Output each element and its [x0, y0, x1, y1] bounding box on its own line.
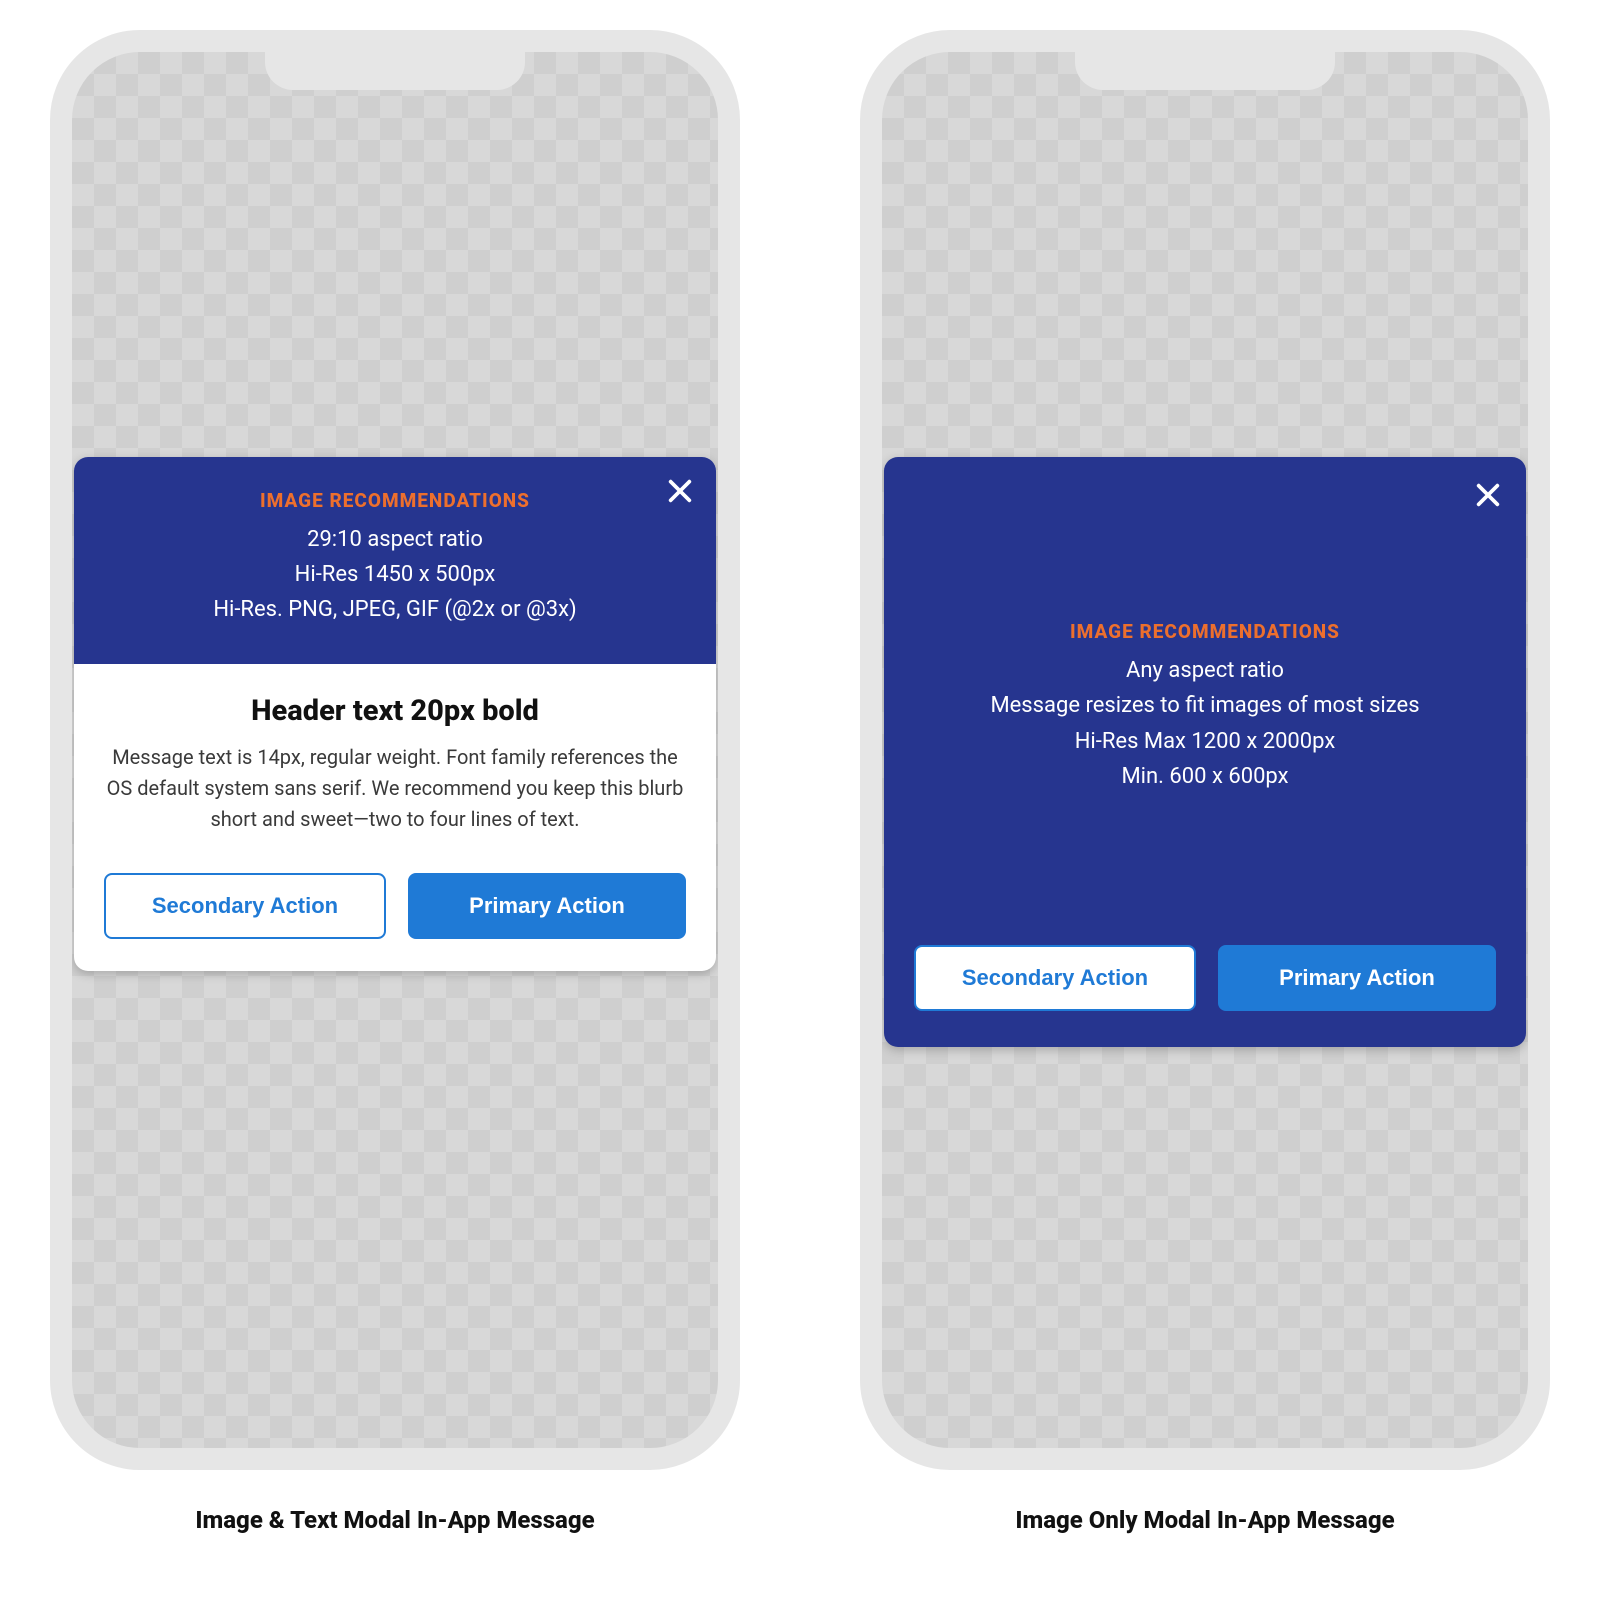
close-icon — [666, 477, 694, 505]
primary-action-button[interactable]: Primary Action — [1218, 945, 1496, 1011]
hero-line: Any aspect ratio — [914, 653, 1496, 688]
hero-title: IMAGE RECOMMENDATIONS — [94, 489, 696, 512]
button-row: Secondary Action Primary Action — [74, 845, 716, 971]
phone-notch — [1075, 50, 1335, 90]
modal-message-text: Message text is 14px, regular weight. Fo… — [100, 742, 690, 835]
modal-hero: IMAGE RECOMMENDATIONS Any aspect ratio M… — [884, 457, 1526, 917]
phone-mock-left: IMAGE RECOMMENDATIONS 29:10 aspect ratio… — [50, 30, 740, 1570]
hero-title: IMAGE RECOMMENDATIONS — [914, 620, 1496, 643]
hero-line: Hi-Res 1450 x 500px — [94, 557, 696, 592]
hero-line: 29:10 aspect ratio — [94, 522, 696, 557]
modal-image-only: IMAGE RECOMMENDATIONS Any aspect ratio M… — [884, 457, 1526, 1047]
button-row: Secondary Action Primary Action — [884, 917, 1526, 1019]
modal-body: Header text 20px bold Message text is 14… — [74, 664, 716, 845]
hero-line: Hi-Res Max 1200 x 2000px — [914, 724, 1496, 759]
hero-line: Min. 600 x 600px — [914, 759, 1496, 794]
hero-line: Message resizes to fit images of most si… — [914, 688, 1496, 723]
modal-hero: IMAGE RECOMMENDATIONS 29:10 aspect ratio… — [74, 457, 716, 664]
phone-caption: Image & Text Modal In-App Message — [195, 1506, 594, 1534]
phone-notch — [265, 50, 525, 90]
hero-line: Hi-Res. PNG, JPEG, GIF (@2x or @3x) — [94, 592, 696, 627]
modal-header-text: Header text 20px bold — [100, 694, 690, 728]
phone-caption: Image Only Modal In-App Message — [1015, 1506, 1394, 1534]
phone-frame: IMAGE RECOMMENDATIONS Any aspect ratio M… — [860, 30, 1550, 1470]
close-button[interactable] — [662, 473, 698, 509]
secondary-action-button[interactable]: Secondary Action — [914, 945, 1196, 1011]
primary-action-button[interactable]: Primary Action — [408, 873, 686, 939]
modal-image-text: IMAGE RECOMMENDATIONS 29:10 aspect ratio… — [74, 457, 716, 971]
phone-frame: IMAGE RECOMMENDATIONS 29:10 aspect ratio… — [50, 30, 740, 1470]
secondary-action-button[interactable]: Secondary Action — [104, 873, 386, 939]
phone-mock-right: IMAGE RECOMMENDATIONS Any aspect ratio M… — [860, 30, 1550, 1570]
